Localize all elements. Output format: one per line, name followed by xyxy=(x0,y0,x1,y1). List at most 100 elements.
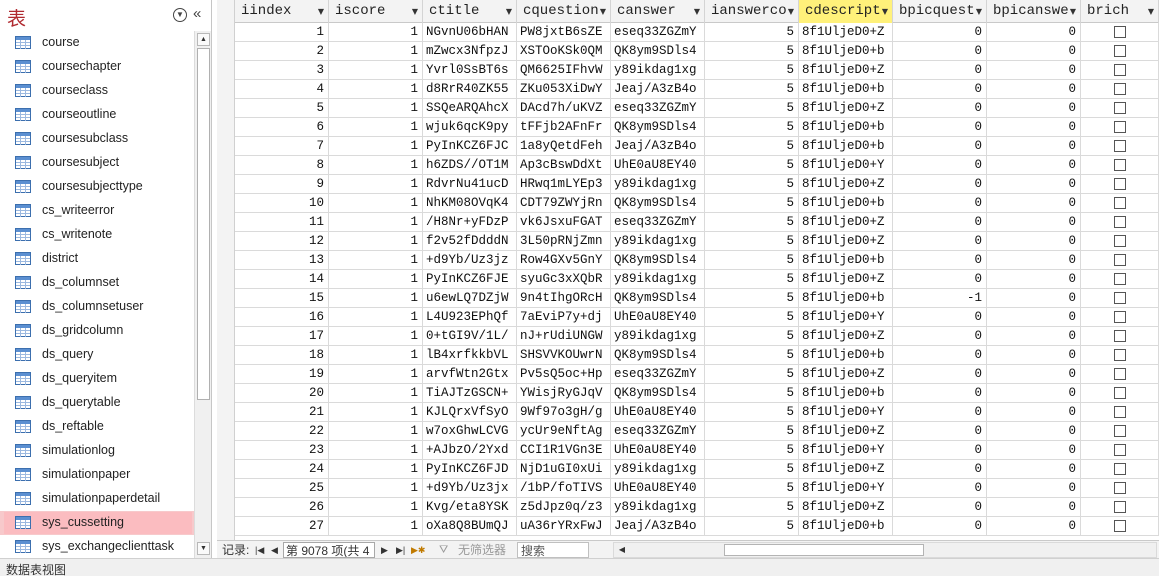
cell-bpicquest[interactable]: 0 xyxy=(893,251,987,270)
cell-ctitle[interactable]: SSQeARQAhcX xyxy=(423,99,517,118)
cell-cquestion[interactable]: z5dJpz0q/z3 xyxy=(517,498,611,517)
cell-iindex[interactable]: 6 xyxy=(235,118,329,137)
table-row[interactable]: 16 1 L4U923EPhQf 7aEviP7y+dj UhE0aU8EY40 5 8f1… xyxy=(235,308,1159,327)
cell-iindex[interactable]: 19 xyxy=(235,365,329,384)
cell-ctitle[interactable]: f2v52fDdddN xyxy=(423,232,517,251)
cell-ianswerco[interactable]: 5 xyxy=(705,346,799,365)
cell-bpicanswe[interactable]: 0 xyxy=(987,346,1081,365)
cell-cdescript[interactable]: 8f1UljeD0+b xyxy=(799,42,893,61)
cell-iscore[interactable]: 1 xyxy=(329,327,423,346)
cell-canswer[interactable]: eseq33ZGZmY xyxy=(611,365,705,384)
brich-checkbox[interactable] xyxy=(1113,140,1126,152)
cell-bpicanswe[interactable]: 0 xyxy=(987,137,1081,156)
cell-ctitle[interactable]: Kvg/eta8YSK xyxy=(423,498,517,517)
cell-iscore[interactable]: 1 xyxy=(329,517,423,536)
cell-bpicquest[interactable]: 0 xyxy=(893,479,987,498)
cell-bpicanswe[interactable]: 0 xyxy=(987,213,1081,232)
cell-cquestion[interactable]: CCI1R1VGn3E xyxy=(517,441,611,460)
cell-ctitle[interactable]: NGvnU06bHAN xyxy=(423,23,517,42)
table-row[interactable]: 19 1 arvfWtn2Gtx Pv5sQ5oc+Hp eseq33ZGZmY 5 8f1… xyxy=(235,365,1159,384)
cell-iindex[interactable]: 14 xyxy=(235,270,329,289)
cell-cquestion[interactable]: 3L50pRNjZmn xyxy=(517,232,611,251)
brich-checkbox[interactable] xyxy=(1113,178,1126,190)
cell-brich[interactable] xyxy=(1081,232,1159,251)
table-row[interactable]: 10 1 NhKM08OVqK4 CDT79ZWYjRn QK8ym9SDls4 5 8f1… xyxy=(235,194,1159,213)
column-filter-dropdown-icon[interactable]: ▼ xyxy=(1070,0,1076,23)
cell-ianswerco[interactable]: 5 xyxy=(705,479,799,498)
column-filter-dropdown-icon[interactable]: ▼ xyxy=(788,0,794,23)
cell-cdescript[interactable]: 8f1UljeD0+b xyxy=(799,517,893,536)
cell-ctitle[interactable]: NhKM08OVqK4 xyxy=(423,194,517,213)
cell-bpicanswe[interactable]: 0 xyxy=(987,422,1081,441)
cell-bpicanswe[interactable]: 0 xyxy=(987,118,1081,137)
cell-iindex[interactable]: 3 xyxy=(235,61,329,80)
cell-ianswerco[interactable]: 5 xyxy=(705,251,799,270)
cell-ianswerco[interactable]: 5 xyxy=(705,99,799,118)
nav-item-courseoutline[interactable]: courseoutline xyxy=(0,103,194,127)
cell-bpicanswe[interactable]: 0 xyxy=(987,80,1081,99)
cell-bpicanswe[interactable]: 0 xyxy=(987,460,1081,479)
cell-ianswerco[interactable]: 5 xyxy=(705,156,799,175)
cell-cdescript[interactable]: 8f1UljeD0+Y xyxy=(799,441,893,460)
horizontal-scroll-thumb[interactable] xyxy=(724,544,924,556)
cell-brich[interactable] xyxy=(1081,498,1159,517)
cell-brich[interactable] xyxy=(1081,460,1159,479)
cell-canswer[interactable]: y89ikdag1xg xyxy=(611,498,705,517)
cell-cquestion[interactable]: tFFjb2AFnFr xyxy=(517,118,611,137)
cell-ianswerco[interactable]: 5 xyxy=(705,441,799,460)
cell-iscore[interactable]: 1 xyxy=(329,498,423,517)
column-header-iscore[interactable]: iscore ▼ xyxy=(329,0,423,23)
cell-cdescript[interactable]: 8f1UljeD0+Z xyxy=(799,498,893,517)
table-row[interactable]: 17 1 0+tGI9V/1L/nJ+rUdiUNGW y89ikdag1xg 5 8f1… xyxy=(235,327,1159,346)
cell-cquestion[interactable]: QM6625IFhvW xyxy=(517,61,611,80)
column-header-bpicquest[interactable]: bpicquest ▼ xyxy=(893,0,987,23)
cell-cquestion[interactable]: YWisjRyGJqV xyxy=(517,384,611,403)
cell-cquestion[interactable]: PW8jxtB6sZE xyxy=(517,23,611,42)
cell-bpicanswe[interactable]: 0 xyxy=(987,175,1081,194)
brich-checkbox[interactable] xyxy=(1113,482,1126,494)
cell-iscore[interactable]: 1 xyxy=(329,80,423,99)
nav-item-ds-columnset[interactable]: ds_columnset xyxy=(0,271,194,295)
cell-bpicanswe[interactable]: 0 xyxy=(987,365,1081,384)
column-header-brich[interactable]: brich ▼ xyxy=(1081,0,1159,23)
cell-bpicquest[interactable]: 0 xyxy=(893,403,987,422)
cell-brich[interactable] xyxy=(1081,308,1159,327)
cell-ctitle[interactable]: 0+tGI9V/1L/ xyxy=(423,327,517,346)
cell-bpicanswe[interactable]: 0 xyxy=(987,308,1081,327)
brich-checkbox[interactable] xyxy=(1113,26,1126,38)
cell-bpicanswe[interactable]: 0 xyxy=(987,156,1081,175)
cell-iindex[interactable]: 1 xyxy=(235,23,329,42)
cell-cdescript[interactable]: 8f1UljeD0+b xyxy=(799,80,893,99)
scroll-down-arrow-icon[interactable]: ▼ xyxy=(197,542,210,555)
cell-bpicanswe[interactable]: 0 xyxy=(987,251,1081,270)
cell-bpicanswe[interactable]: 0 xyxy=(987,270,1081,289)
cell-cquestion[interactable]: Row4GXv5GnY xyxy=(517,251,611,270)
cell-bpicquest[interactable]: 0 xyxy=(893,498,987,517)
cell-canswer[interactable]: eseq33ZGZmY xyxy=(611,213,705,232)
nav-collapse-icon[interactable]: « xyxy=(193,5,201,23)
cell-canswer[interactable]: y89ikdag1xg xyxy=(611,270,705,289)
cell-iindex[interactable]: 24 xyxy=(235,460,329,479)
cell-cdescript[interactable]: 8f1UljeD0+b xyxy=(799,251,893,270)
cell-canswer[interactable]: eseq33ZGZmY xyxy=(611,422,705,441)
nav-item-courseclass[interactable]: courseclass xyxy=(0,79,194,103)
brich-checkbox[interactable] xyxy=(1113,273,1126,285)
cell-cquestion[interactable]: 9Wf97o3gH/g xyxy=(517,403,611,422)
cell-cquestion[interactable]: uA36rYRxFwJ xyxy=(517,517,611,536)
nav-item-simulationpaperdetail[interactable]: simulationpaperdetail xyxy=(0,487,194,511)
cell-iscore[interactable]: 1 xyxy=(329,232,423,251)
cell-iindex[interactable]: 10 xyxy=(235,194,329,213)
table-row[interactable]: 21 1 KJLQrxVfSyO 9Wf97o3gH/g UhE0aU8EY40 5 8f1… xyxy=(235,403,1159,422)
nav-item-ds-query[interactable]: ds_query xyxy=(0,343,194,367)
cell-ianswerco[interactable]: 5 xyxy=(705,365,799,384)
cell-iscore[interactable]: 1 xyxy=(329,61,423,80)
cell-iscore[interactable]: 1 xyxy=(329,156,423,175)
cell-iindex[interactable]: 21 xyxy=(235,403,329,422)
cell-bpicanswe[interactable]: 0 xyxy=(987,403,1081,422)
cell-cquestion[interactable]: XSTOoKSk0QM xyxy=(517,42,611,61)
cell-iindex[interactable]: 17 xyxy=(235,327,329,346)
cell-brich[interactable] xyxy=(1081,384,1159,403)
cell-ianswerco[interactable]: 5 xyxy=(705,289,799,308)
cell-iscore[interactable]: 1 xyxy=(329,403,423,422)
cell-canswer[interactable]: y89ikdag1xg xyxy=(611,61,705,80)
